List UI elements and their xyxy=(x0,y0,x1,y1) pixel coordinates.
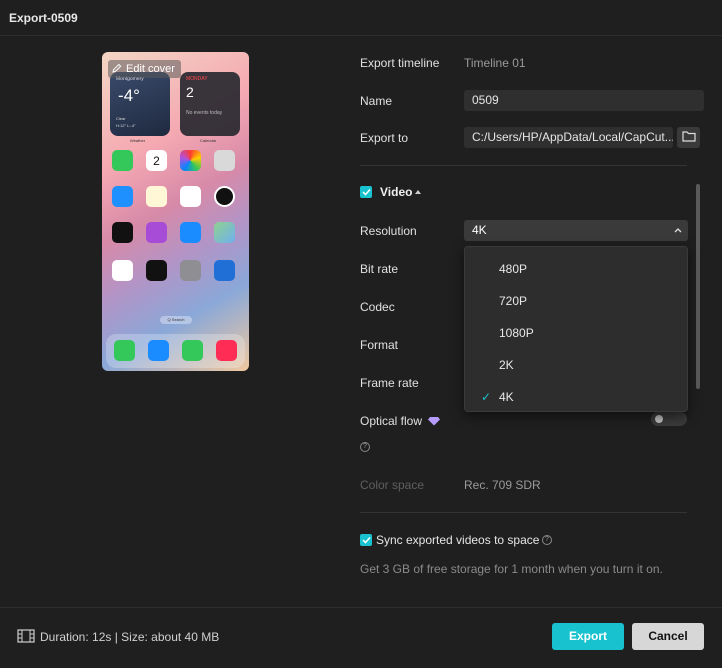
resolution-select[interactable]: 4K xyxy=(464,220,688,241)
check-icon xyxy=(361,536,371,544)
format-label: Format xyxy=(360,338,399,352)
music-icon xyxy=(216,340,237,361)
video-section-title: Video xyxy=(380,185,413,199)
clock-icon xyxy=(214,186,235,207)
resolution-option[interactable]: 1080P xyxy=(465,317,689,349)
sync-label: Sync exported videos to space xyxy=(376,533,540,547)
collapse-caret-icon[interactable] xyxy=(415,190,421,194)
calendar-app-icon: 2 xyxy=(146,150,167,171)
mail-icon xyxy=(112,186,133,207)
resolution-dropdown: 480P 720P 1080P 2K ✓ 4K xyxy=(464,246,688,412)
resolution-option[interactable]: 480P xyxy=(465,253,689,285)
export-timeline-label: Export timeline xyxy=(360,56,440,70)
optical-flow-toggle[interactable] xyxy=(651,412,687,426)
diamond-icon xyxy=(428,415,440,429)
camera-icon xyxy=(214,150,235,171)
codec-label: Codec xyxy=(360,300,395,314)
home-search-pill: Q Search xyxy=(160,316,192,324)
browse-folder-button[interactable] xyxy=(677,127,700,148)
color-space-value: Rec. 709 SDR xyxy=(464,478,541,492)
resolution-option[interactable]: 720P xyxy=(465,285,689,317)
app-store-icon xyxy=(180,222,201,243)
window-title: Export-0509 xyxy=(9,11,78,25)
footer-bar: Duration: 12s | Size: about 40 MB Export… xyxy=(0,607,722,668)
option-label: 480P xyxy=(499,262,528,276)
calendar-widget: MONDAY 2 No events today xyxy=(180,72,240,136)
safari-icon xyxy=(148,340,169,361)
chevron-up-icon xyxy=(674,220,682,249)
notes-icon xyxy=(146,186,167,207)
reminders-icon xyxy=(180,186,201,207)
folder-icon xyxy=(681,130,696,145)
calendar-widget-label: Calendar xyxy=(200,138,217,143)
weather-widget-label: Weather xyxy=(130,138,146,143)
check-icon xyxy=(361,188,371,196)
film-icon xyxy=(17,629,35,646)
messages-icon xyxy=(182,340,203,361)
bitrate-label: Bit rate xyxy=(360,262,399,276)
resolution-label: Resolution xyxy=(360,224,417,238)
weather-temp: -4° xyxy=(118,86,140,105)
weather-condition: Clear xyxy=(116,116,126,121)
optical-flow-label: Optical flow xyxy=(360,414,423,428)
calendar-date: 2 xyxy=(186,84,194,100)
photos-icon xyxy=(180,150,201,171)
section-divider xyxy=(360,512,687,513)
name-input[interactable]: 0509 xyxy=(464,90,704,111)
export-button[interactable]: Export xyxy=(552,623,624,650)
option-label: 720P xyxy=(499,294,528,308)
option-label: 1080P xyxy=(499,326,534,340)
health-icon xyxy=(112,260,133,281)
phone-icon xyxy=(114,340,135,361)
cancel-button[interactable]: Cancel xyxy=(632,623,704,650)
settings-app-icon xyxy=(180,260,201,281)
export-path-input[interactable]: C:/Users/HP/AppData/Local/CapCut... xyxy=(464,127,673,148)
section-divider xyxy=(360,165,687,166)
sync-help-icon[interactable]: ? xyxy=(542,535,552,545)
export-timeline-value: Timeline 01 xyxy=(464,56,526,70)
weather-range: H:12° L:-4° xyxy=(116,123,136,128)
framerate-label: Frame rate xyxy=(360,376,419,390)
option-label: 4K xyxy=(499,390,514,404)
toggle-knob xyxy=(655,415,663,423)
checkmark-icon: ✓ xyxy=(481,390,492,404)
maps-icon xyxy=(214,222,235,243)
settings-scrollbar[interactable] xyxy=(696,184,700,389)
shield-app-icon xyxy=(214,260,235,281)
sync-note: Get 3 GB of free storage for 1 month whe… xyxy=(360,562,663,576)
help-icon[interactable]: ? xyxy=(360,442,370,452)
edit-cover-label: Edit cover xyxy=(126,63,175,75)
video-checkbox[interactable] xyxy=(360,186,372,198)
pencil-icon xyxy=(112,63,122,76)
weather-widget: Montgomery -4° Clear H:12° L:-4° xyxy=(110,72,170,136)
resolution-selected-value: 4K xyxy=(472,223,487,237)
sync-checkbox[interactable] xyxy=(360,534,372,546)
option-label: 2K xyxy=(499,358,514,372)
wallet-icon xyxy=(146,260,167,281)
tv-icon xyxy=(112,222,133,243)
facetime-icon xyxy=(112,150,133,171)
cover-preview[interactable]: Montgomery -4° Clear H:12° L:-4° MONDAY … xyxy=(102,52,249,371)
title-bar: Export-0509 xyxy=(0,0,722,36)
podcasts-icon xyxy=(146,222,167,243)
color-space-label: Color space xyxy=(360,478,425,492)
resolution-option-selected[interactable]: ✓ 4K xyxy=(465,381,689,413)
calendar-events: No events today xyxy=(186,110,223,116)
calendar-day: MONDAY xyxy=(186,76,208,82)
phone-dock xyxy=(106,334,245,368)
name-label: Name xyxy=(360,94,393,108)
edit-cover-button[interactable]: Edit cover xyxy=(108,60,181,78)
export-info: Duration: 12s | Size: about 40 MB xyxy=(40,630,220,644)
resolution-option[interactable]: 2K xyxy=(465,349,689,381)
export-to-label: Export to xyxy=(360,131,409,145)
